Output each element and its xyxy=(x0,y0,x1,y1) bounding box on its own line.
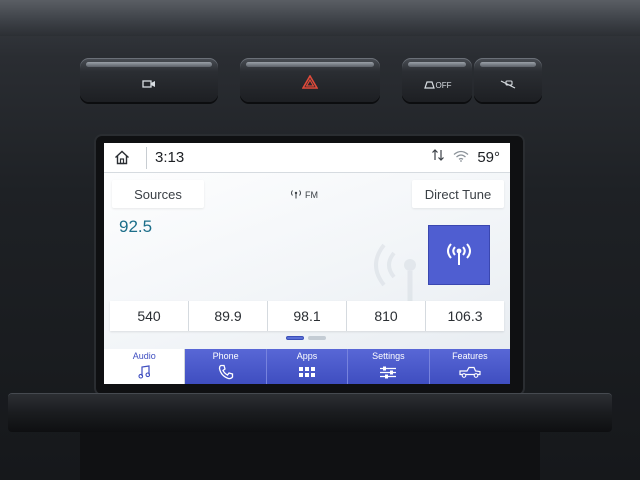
traction-control-off-icon: OFF xyxy=(423,80,452,90)
home-icon[interactable] xyxy=(114,150,140,165)
nav-features[interactable]: Features xyxy=(429,349,510,384)
data-arrows-icon xyxy=(431,148,445,167)
nav-settings[interactable]: Settings xyxy=(348,349,430,384)
infotainment-screen: 3:13 59° Sources FM Direct Tune 92.5 540… xyxy=(104,143,510,384)
status-divider xyxy=(146,146,147,169)
nav-audio[interactable]: Audio xyxy=(104,349,186,384)
preset-page-indicator[interactable] xyxy=(286,336,326,340)
status-bar: 3:13 59° xyxy=(104,143,510,173)
nav-label: Phone xyxy=(212,351,239,361)
direct-tune-button[interactable]: Direct Tune xyxy=(412,180,504,208)
sliders-icon xyxy=(379,364,397,380)
wifi-icon xyxy=(453,149,469,167)
camera-button[interactable] xyxy=(80,58,218,102)
music-note-icon xyxy=(138,364,151,380)
radio-antenna-icon xyxy=(290,189,302,201)
nav-label: Audio xyxy=(132,351,156,361)
page-dot xyxy=(308,336,326,340)
nav-label: Features xyxy=(452,351,488,361)
outside-temperature: 59° xyxy=(477,149,500,166)
band-indicator: FM xyxy=(290,187,318,203)
preset-button[interactable]: 98.1 xyxy=(268,301,347,331)
hazard-triangle-icon xyxy=(301,73,319,94)
dashboard-trim xyxy=(0,0,640,36)
apps-grid-icon xyxy=(298,364,316,380)
preset-bar: 540 89.9 98.1 810 106.3 xyxy=(110,301,504,331)
camera-icon xyxy=(142,79,156,92)
nav-apps[interactable]: Apps xyxy=(266,349,349,384)
preset-button[interactable]: 106.3 xyxy=(426,301,504,331)
nav-phone[interactable]: Phone xyxy=(185,349,267,384)
preset-button[interactable]: 810 xyxy=(347,301,426,331)
phone-icon xyxy=(218,364,234,380)
radio-signal-button[interactable] xyxy=(428,225,490,285)
preset-button[interactable]: 540 xyxy=(110,301,189,331)
direct-tune-label: Direct Tune xyxy=(424,186,492,202)
sources-label: Sources xyxy=(134,186,182,202)
hill-descent-button[interactable] xyxy=(474,58,542,102)
nav-label: Settings xyxy=(372,351,405,361)
hazard-button[interactable] xyxy=(240,58,380,102)
band-label: FM xyxy=(305,190,318,200)
preset-button[interactable]: 89.9 xyxy=(189,301,268,331)
lower-dash-panel xyxy=(80,432,540,480)
current-frequency: 92.5 xyxy=(119,217,153,236)
nav-label: Apps xyxy=(296,351,318,361)
radio-signal-icon xyxy=(444,238,474,273)
truck-icon xyxy=(459,364,481,380)
hill-descent-icon xyxy=(500,79,516,92)
page-dot-active xyxy=(286,336,304,340)
bottom-nav: Audio Phone Apps Settings Features xyxy=(104,349,510,384)
sources-button[interactable]: Sources xyxy=(112,180,204,208)
traction-off-button[interactable]: OFF xyxy=(402,58,472,102)
dashboard-shelf xyxy=(8,394,612,432)
clock: 3:13 xyxy=(155,149,185,166)
